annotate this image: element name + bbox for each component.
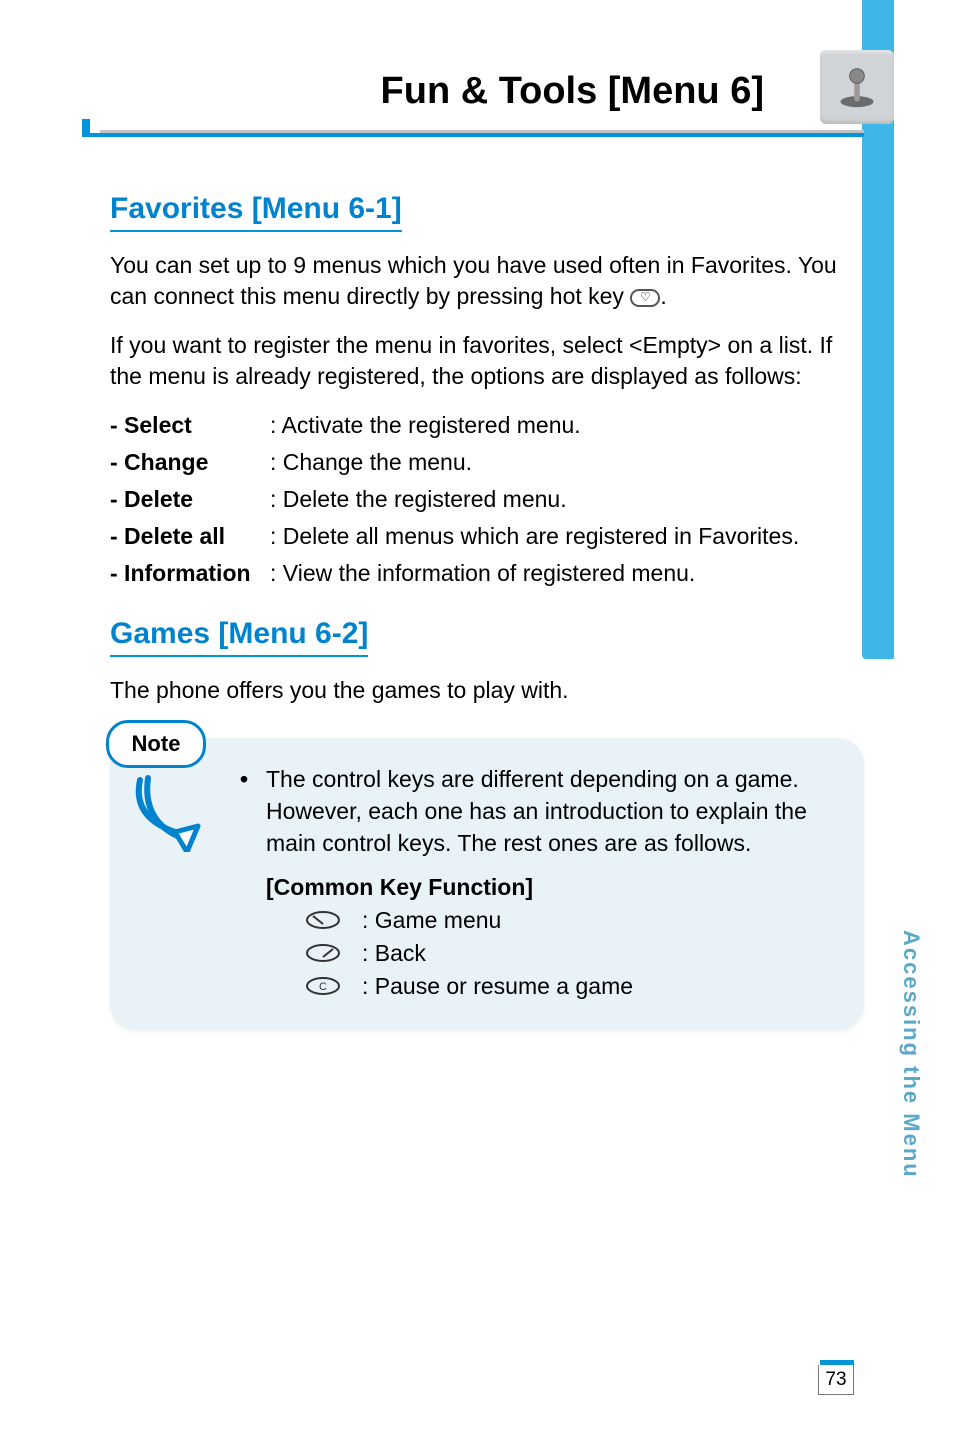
note-bullet: • The control keys are different dependi… [240, 764, 834, 859]
page-title: Fun & Tools [Menu 6] [110, 70, 764, 125]
def-term: - Information [110, 558, 270, 589]
key-row-pause: C : Pause or resume a game [300, 973, 834, 1000]
def-term: - Select [110, 410, 270, 441]
games-heading: Games [Menu 6-2] [110, 617, 368, 657]
key-desc: : Game menu [362, 907, 501, 934]
note-bullet-text: The control keys are different depending… [266, 764, 834, 859]
note-arrow-icon [120, 772, 230, 857]
right-softkey-icon [300, 943, 346, 963]
key-row-game-menu: : Game menu [300, 907, 834, 934]
def-desc: : Change the menu. [270, 447, 864, 478]
key-row-back: : Back [300, 940, 834, 967]
def-term: - Delete all [110, 521, 270, 552]
def-desc: : Activate the registered menu. [270, 410, 864, 441]
joystick-icon [820, 50, 894, 124]
def-term: - Delete [110, 484, 270, 515]
hotkey-icon: ♡ [630, 289, 660, 307]
bullet-dot: • [240, 764, 266, 859]
games-intro: The phone offers you the games to play w… [110, 675, 864, 706]
def-row-delete-all: - Delete all : Delete all menus which ar… [110, 521, 864, 552]
def-desc: : View the information of registered men… [270, 558, 864, 589]
def-row-delete: - Delete : Delete the registered menu. [110, 484, 864, 515]
favorites-intro2: If you want to register the menu in favo… [110, 330, 864, 392]
c-key-icon: C [300, 976, 346, 996]
title-underline [110, 125, 864, 137]
left-softkey-icon [300, 910, 346, 930]
favorites-intro1: You can set up to 9 menus which you have… [110, 250, 864, 312]
common-key-heading: [Common Key Function] [266, 874, 834, 901]
key-desc: : Back [362, 940, 426, 967]
def-row-change: - Change : Change the menu. [110, 447, 864, 478]
note-box: Note • The control keys are different de… [110, 738, 864, 1029]
def-desc: : Delete all menus which are registered … [270, 521, 864, 552]
key-desc: : Pause or resume a game [362, 973, 633, 1000]
vertical-section-label: Accessing the Menu [898, 930, 924, 1179]
note-badge: Note [106, 720, 206, 768]
favorites-heading: Favorites [Menu 6-1] [110, 192, 402, 232]
favorites-definition-list: - Select : Activate the registered menu.… [110, 410, 864, 589]
def-row-information: - Information : View the information of … [110, 558, 864, 589]
def-term: - Change [110, 447, 270, 478]
def-row-select: - Select : Activate the registered menu. [110, 410, 864, 441]
def-desc: : Delete the registered menu. [270, 484, 864, 515]
page-number: 73 [818, 1365, 854, 1395]
svg-text:C: C [319, 981, 327, 993]
